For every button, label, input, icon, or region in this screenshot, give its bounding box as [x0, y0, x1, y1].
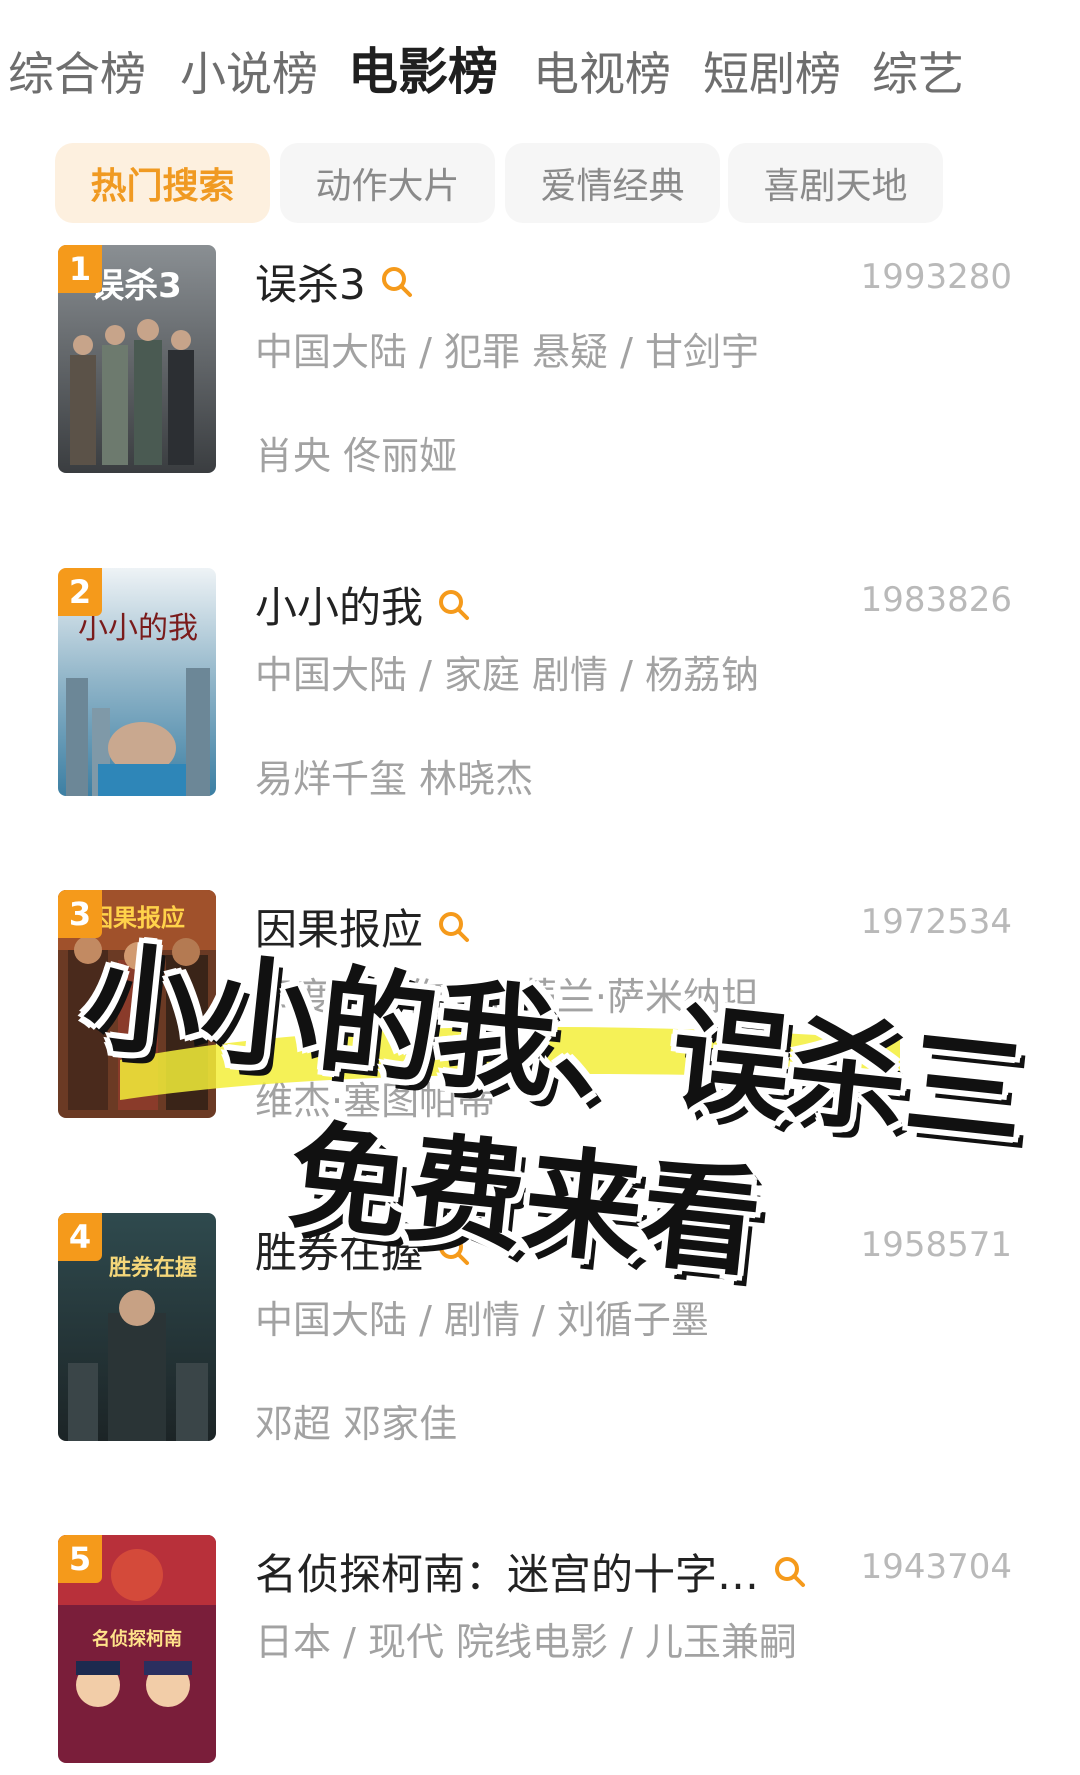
list-item[interactable]: 胜券在握 4 胜券在握 1958571 中国大陆 / 剧情 / 刘循子墨 邓超 … — [0, 1213, 1080, 1453]
tab-movie[interactable]: 电影榜 — [348, 40, 498, 104]
rank-badge: 4 — [58, 1213, 102, 1261]
movie-cast: 邓超 邓家佳 — [255, 1402, 458, 1446]
rank-badge: 2 — [58, 568, 102, 616]
movie-cast: 易烊千玺 林晓杰 — [255, 757, 534, 801]
search-icon[interactable] — [380, 265, 414, 299]
movie-meta: 印度 / 动作 / 尼蒂兰·萨米纳坦 — [255, 975, 760, 1019]
movie-cast: 维杰·塞图帕蒂 — [255, 1079, 496, 1123]
movie-poster[interactable]: 误杀3 1 — [58, 245, 216, 473]
subtab-action[interactable]: 动作大片 — [280, 143, 495, 223]
search-icon[interactable] — [773, 1555, 807, 1589]
search-icon[interactable] — [437, 1233, 471, 1267]
category-tab-bar: 综合榜 小说榜 电影榜 电视榜 短剧榜 综艺 — [0, 0, 1080, 150]
tab-composite[interactable]: 综合榜 — [8, 42, 146, 106]
movie-title[interactable]: 小小的我 — [255, 574, 423, 635]
rank-badge: 3 — [58, 890, 102, 938]
movie-meta: 日本 / 现代 院线电影 / 儿玉兼嗣 — [255, 1620, 798, 1664]
heat-score: 1993280 — [860, 257, 1012, 297]
movie-poster[interactable]: 胜券在握 4 — [58, 1213, 216, 1441]
movie-title[interactable]: 胜券在握 — [255, 1219, 423, 1280]
movie-poster[interactable]: 小小的我 2 — [58, 568, 216, 796]
tab-novel[interactable]: 小说榜 — [180, 42, 318, 106]
movie-poster[interactable]: 名侦探柯南 5 — [58, 1535, 216, 1763]
heat-score: 1983826 — [860, 580, 1012, 620]
search-icon[interactable] — [437, 588, 471, 622]
list-item[interactable]: 小小的我 2 小小的我 1983826 中国大陆 / 家庭 剧情 / 杨荔钠 易… — [0, 568, 1080, 808]
search-icon[interactable] — [437, 910, 471, 944]
poster-title-text: 名侦探柯南 — [92, 1628, 182, 1650]
heat-score: 1958571 — [860, 1225, 1012, 1265]
subtab-comedy[interactable]: 喜剧天地 — [728, 143, 943, 223]
tab-short-drama[interactable]: 短剧榜 — [703, 42, 841, 106]
tab-variety[interactable]: 综艺 — [872, 42, 964, 106]
heat-score: 1972534 — [860, 902, 1012, 942]
movie-cast: 肖央 佟丽娅 — [255, 434, 458, 478]
movie-meta: 中国大陆 / 家庭 剧情 / 杨荔钠 — [255, 653, 760, 697]
poster-title-text: 胜券在握 — [109, 1255, 197, 1281]
rank-badge: 5 — [58, 1535, 102, 1583]
list-item[interactable]: 因果报应 3 因果报应 1972534 印度 / 动作 / 尼蒂兰·萨米纳坦 维… — [0, 890, 1080, 1130]
tab-tv[interactable]: 电视榜 — [533, 42, 671, 106]
heat-score: 1943704 — [860, 1547, 1012, 1587]
movie-title[interactable]: 误杀3 — [255, 251, 366, 312]
poster-title-text: 因果报应 — [89, 904, 185, 932]
movie-title[interactable]: 因果报应 — [255, 896, 423, 957]
rank-badge: 1 — [58, 245, 102, 293]
movie-poster[interactable]: 因果报应 3 — [58, 890, 216, 1118]
movie-title[interactable]: 名侦探柯南：迷宫的十字… — [255, 1541, 759, 1602]
list-item[interactable]: 误杀3 1 误杀3 1993280 中国大陆 / 犯罪 悬疑 / 甘剑宇 肖央 … — [0, 245, 1080, 485]
list-item[interactable]: 名侦探柯南 5 名侦探柯南：迷宫的十字… 1943704 日本 / 现代 院线电… — [0, 1535, 1080, 1775]
movie-meta: 中国大陆 / 剧情 / 刘循子墨 — [255, 1298, 709, 1342]
subtab-romance[interactable]: 爱情经典 — [505, 143, 720, 223]
movie-meta: 中国大陆 / 犯罪 悬疑 / 甘剑宇 — [255, 330, 760, 374]
subtab-hot-search[interactable]: 热门搜索 — [55, 143, 270, 223]
poster-title-text: 误杀3 — [90, 266, 182, 306]
poster-title-text: 小小的我 — [78, 611, 198, 646]
